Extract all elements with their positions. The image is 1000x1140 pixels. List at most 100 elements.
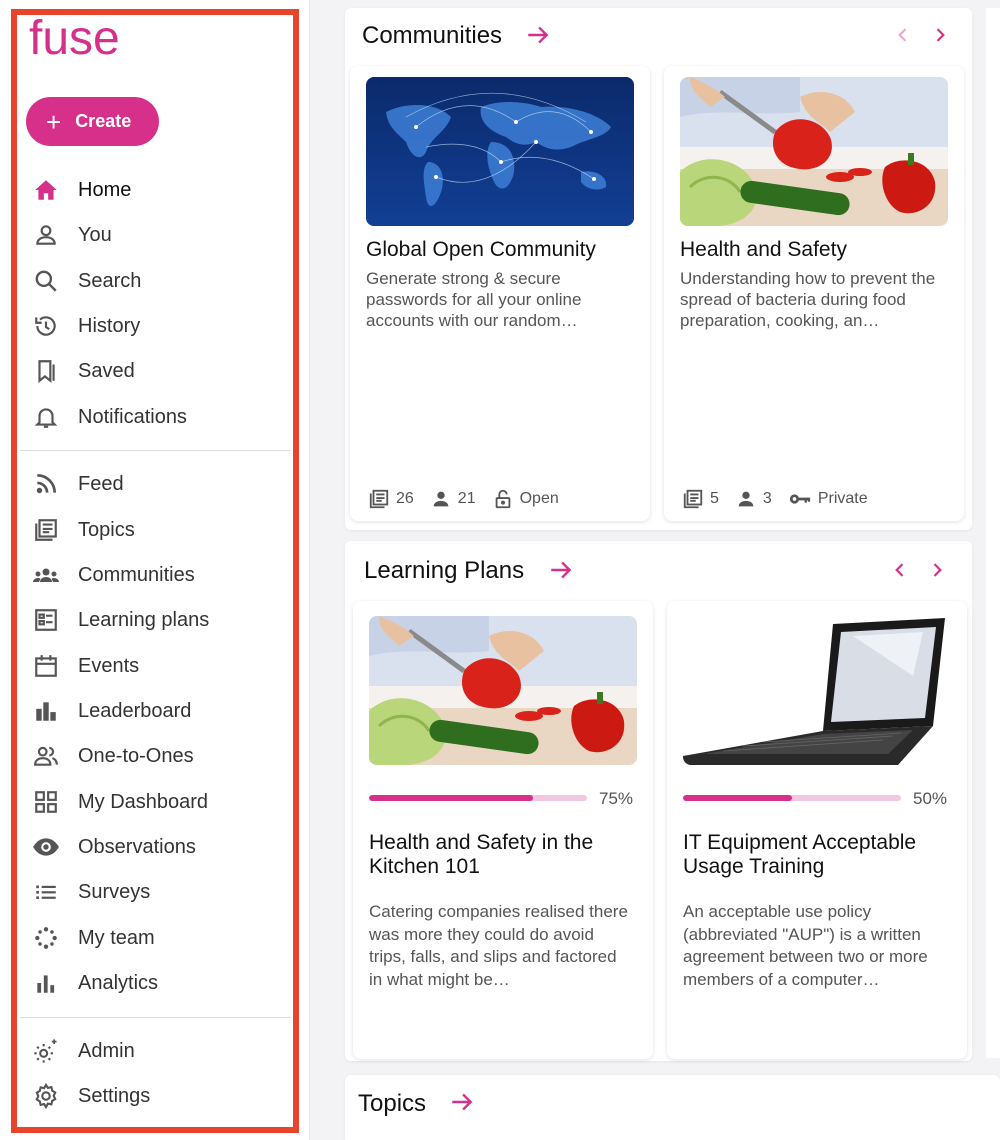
arrow-right-icon[interactable]: [449, 1089, 475, 1115]
laptop-image: [683, 616, 951, 765]
card-title: Health and Safety in the Kitchen 101: [369, 831, 594, 878]
nav-item-events[interactable]: Events: [32, 649, 282, 683]
nav-item-home[interactable]: Home: [32, 173, 282, 207]
nav-label: Saved: [78, 359, 135, 382]
card-description: Understanding how to prevent the spread …: [680, 269, 936, 330]
nav-label: Feed: [78, 472, 124, 495]
card-meta: 26 21 Open: [368, 488, 575, 510]
sidebar-divider: [20, 1017, 290, 1018]
community-card[interactable]: Health and Safety Understanding how to p…: [664, 66, 964, 521]
groups-icon: [32, 561, 60, 589]
nav-item-topics[interactable]: Topics: [32, 513, 282, 547]
card-title: Health and Safety: [680, 238, 847, 261]
nav-item-surveys[interactable]: Surveys: [32, 875, 282, 909]
chevron-left-icon[interactable]: [893, 25, 913, 45]
admin-gear-icon: [32, 1037, 60, 1065]
card-description: Generate strong & secure passwords for a…: [366, 269, 582, 330]
progress-fill: [683, 795, 792, 801]
nav-label: My Dashboard: [78, 790, 209, 813]
topics-count: 26: [368, 488, 414, 510]
nav-item-admin[interactable]: Admin: [32, 1034, 282, 1068]
nav-item-history[interactable]: History: [32, 309, 282, 343]
sidebar: fuse + Create Home You Search History Sa…: [0, 0, 310, 1140]
card-description: Catering companies realised there was mo…: [369, 902, 628, 989]
eye-icon: [32, 833, 60, 861]
chopping-peppers-image: [680, 77, 948, 226]
section-title: Communities: [362, 22, 503, 49]
progress-fill: [369, 795, 533, 801]
history-icon: [32, 312, 60, 340]
nav-item-settings[interactable]: Settings: [32, 1079, 282, 1113]
chevron-left-icon[interactable]: [890, 560, 910, 580]
community-card[interactable]: Global Open Community Generate strong & …: [350, 66, 650, 521]
learning-plan-icon: [32, 606, 60, 634]
nav-item-my-dashboard[interactable]: My Dashboard: [32, 785, 282, 819]
progress-percent: 75%: [599, 789, 634, 808]
leaderboard-icon: [32, 697, 60, 725]
sidebar-divider: [20, 450, 290, 451]
chevron-right-icon[interactable]: [930, 25, 950, 45]
members-count: 3: [735, 488, 772, 510]
nav-item-search[interactable]: Search: [32, 264, 282, 298]
list-icon: [32, 878, 60, 906]
bookmarks-icon: [32, 357, 60, 385]
search-icon: [32, 267, 60, 295]
nav-label: Events: [78, 654, 140, 677]
nav-label: Admin: [78, 1039, 135, 1062]
fuse-logo[interactable]: fuse: [29, 10, 149, 66]
nav-item-communities[interactable]: Communities: [32, 558, 282, 592]
nav-label: Home: [78, 178, 132, 201]
plus-icon: +: [46, 106, 62, 137]
nav-item-feed[interactable]: Feed: [32, 467, 282, 501]
learning-plan-card[interactable]: 50% IT Equipment Acceptable Usage Traini…: [667, 601, 967, 1059]
arrow-right-icon[interactable]: [548, 557, 574, 583]
progress-bar: [369, 795, 587, 801]
bell-icon: [32, 403, 60, 431]
access-status: Private: [788, 488, 868, 510]
nav-item-learning-plans[interactable]: Learning plans: [32, 603, 282, 637]
nav-item-leaderboard[interactable]: Leaderboard: [32, 694, 282, 728]
section-title: Learning Plans: [364, 557, 525, 584]
topics-count: 5: [682, 488, 719, 510]
nav-item-saved[interactable]: Saved: [32, 354, 282, 388]
topics-icon: [369, 489, 389, 509]
create-button-label: Create: [75, 111, 132, 131]
nav-label: Topics: [78, 518, 135, 541]
nav-label: History: [78, 314, 141, 337]
app-page: fuse + Create Home You Search History Sa…: [0, 0, 1000, 1140]
nav-item-observations[interactable]: Observations: [32, 830, 282, 864]
next-column-edge: [986, 8, 1000, 1058]
card-title: IT Equipment Acceptable Usage Training: [683, 831, 917, 878]
communities-section: Communities Global Open Community Genera…: [345, 8, 972, 530]
nav-item-analytics[interactable]: Analytics: [32, 966, 282, 1000]
learning-plan-card[interactable]: 75% Health and Safety in the Kitchen 101…: [353, 601, 653, 1059]
card-meta: 5 3 Private: [682, 488, 884, 510]
progress-bar: [683, 795, 901, 801]
nav-label: Analytics: [78, 971, 159, 994]
person-icon: [433, 491, 449, 507]
team-dots-icon: [32, 924, 60, 952]
topics-icon: [683, 489, 703, 509]
arrow-right-icon[interactable]: [525, 22, 551, 48]
learning-plans-section: Learning Plans 75% Health and Safety in …: [345, 541, 972, 1061]
home-icon: [32, 176, 60, 204]
calendar-icon: [32, 652, 60, 680]
nav-label: My team: [78, 926, 155, 949]
topics-section: Topics: [345, 1075, 1000, 1140]
nav-item-my-team[interactable]: My team: [32, 921, 282, 955]
nav-label: Surveys: [78, 880, 151, 903]
nav-label: Observations: [78, 835, 196, 858]
nav-item-you[interactable]: You: [32, 218, 282, 252]
people-icon: [32, 742, 60, 770]
create-button[interactable]: + Create: [26, 97, 159, 146]
person-icon: [738, 491, 754, 507]
key-icon: [789, 494, 810, 504]
section-title: Topics: [358, 1090, 427, 1117]
nav-label: Settings: [78, 1084, 151, 1107]
nav-label: You: [78, 223, 112, 246]
nav-label: Communities: [78, 563, 195, 586]
nav-item-notifications[interactable]: Notifications: [32, 400, 282, 434]
nav-item-one-to-ones[interactable]: One-to-Ones: [32, 739, 282, 773]
nav-label: One-to-Ones: [78, 744, 194, 767]
chevron-right-icon[interactable]: [927, 560, 947, 580]
